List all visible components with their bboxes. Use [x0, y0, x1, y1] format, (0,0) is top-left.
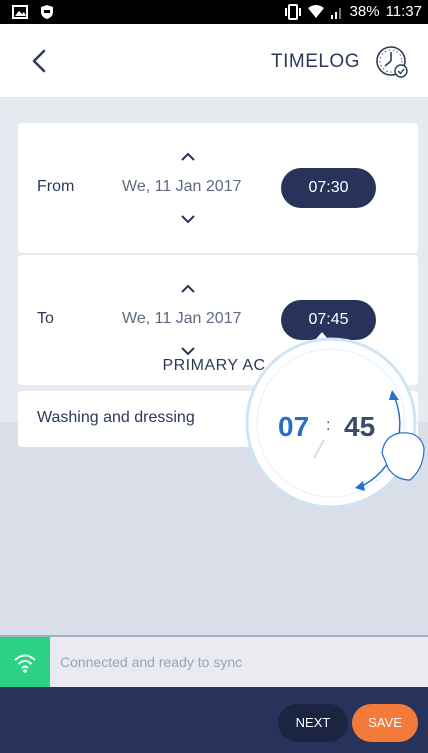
- sync-status-bar: Connected and ready to sync: [0, 635, 428, 687]
- activity-label: Washing and dressing: [37, 409, 195, 426]
- from-time-button[interactable]: 07:30: [281, 168, 376, 208]
- wifi-icon: [14, 654, 36, 673]
- shield-icon: [41, 5, 53, 19]
- battery-level: 38%: [349, 3, 380, 20]
- image-icon: [12, 5, 28, 19]
- picker-minute[interactable]: 45: [344, 411, 375, 443]
- date-down-chevron-icon[interactable]: [180, 346, 196, 356]
- page-title: TIMELOG: [270, 51, 360, 72]
- to-label: To: [37, 310, 54, 327]
- sync-status-text: Connected and ready to sync: [60, 654, 243, 670]
- to-date[interactable]: We, 11 Jan 2017: [122, 310, 242, 328]
- next-button[interactable]: NEXT: [278, 704, 348, 742]
- from-card: From We, 11 Jan 2017 07:30: [18, 123, 418, 253]
- footer-bar: NEXT SAVE: [0, 687, 428, 753]
- sync-indicator: [0, 637, 50, 687]
- wifi-icon: [307, 4, 324, 18]
- from-date[interactable]: We, 11 Jan 2017: [122, 178, 242, 196]
- from-label: From: [37, 178, 75, 195]
- save-button[interactable]: SAVE: [352, 704, 418, 742]
- timelog-clock-icon[interactable]: [374, 44, 410, 80]
- signal-icon: [330, 7, 341, 19]
- status-bar: 38% 11:37: [0, 0, 428, 24]
- picker-separator: :: [326, 417, 331, 434]
- back-arrow-icon[interactable]: [26, 46, 54, 76]
- picker-hour[interactable]: 07: [278, 411, 309, 443]
- date-up-chevron-icon[interactable]: [180, 152, 196, 162]
- vibrate-icon: [284, 3, 301, 20]
- date-down-chevron-icon[interactable]: [180, 214, 196, 224]
- app-header: TIMELOG: [0, 24, 428, 98]
- date-up-chevron-icon[interactable]: [180, 284, 196, 294]
- status-time: 11:37: [385, 3, 422, 20]
- time-picker-dial[interactable]: [234, 328, 428, 508]
